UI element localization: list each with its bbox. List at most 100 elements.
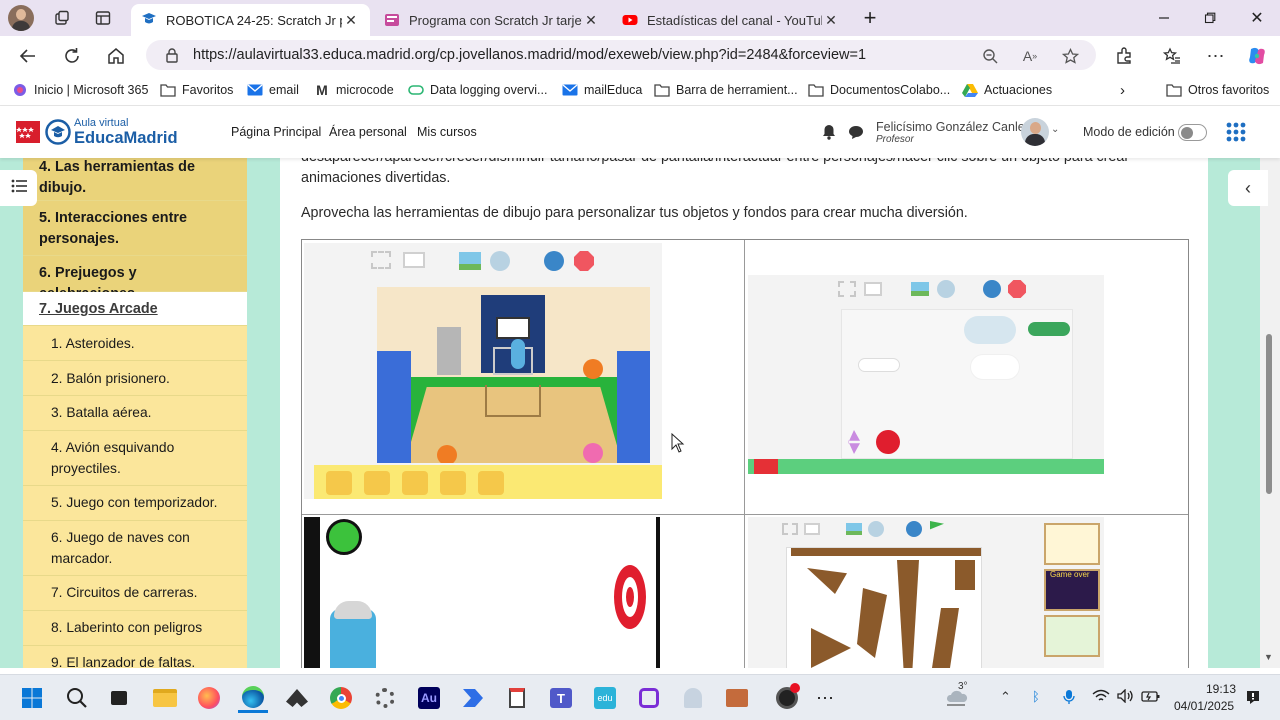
tab-actions-icon[interactable] bbox=[91, 6, 115, 30]
toc-item-lanzador-faltas[interactable]: 9. El lanzador de faltas. bbox=[23, 646, 247, 668]
bookmark-microsoft365[interactable]: Inicio | Microsoft 365 bbox=[12, 81, 148, 99]
bookmark-favoritos[interactable]: Favoritos bbox=[160, 81, 233, 99]
minimize-button[interactable] bbox=[1152, 6, 1176, 30]
microphone-icon[interactable] bbox=[1063, 689, 1075, 708]
bluetooth-icon[interactable]: ᛒ bbox=[1032, 689, 1040, 704]
clock-time[interactable]: 19:13 bbox=[1206, 682, 1236, 696]
wifi-icon[interactable] bbox=[1092, 689, 1110, 706]
microcode-icon: M bbox=[316, 82, 328, 98]
home-icon[interactable] bbox=[102, 42, 130, 70]
background-picker-icon bbox=[459, 252, 481, 270]
settings-more-icon[interactable]: ⋯ bbox=[1202, 42, 1230, 70]
toc-item-circuitos[interactable]: 7. Circuitos de carreras. bbox=[23, 576, 247, 611]
nav-pagina-principal[interactable]: Página Principal bbox=[231, 125, 321, 139]
battery-icon[interactable] bbox=[1141, 689, 1161, 706]
lock-icon[interactable] bbox=[164, 47, 180, 63]
settings-icon[interactable] bbox=[370, 683, 400, 713]
page-scrollbar[interactable]: ▼ bbox=[1260, 158, 1280, 668]
copilot-icon[interactable] bbox=[1243, 42, 1271, 70]
toc-item-herramientas-dibujo[interactable]: 4. Las herramientas de dibujo. bbox=[23, 158, 247, 201]
educamadrid-logo[interactable]: Aula virtual EducaMadrid bbox=[16, 117, 186, 148]
close-tab-icon[interactable]: ✕ bbox=[582, 12, 600, 29]
bookmark-actuaciones[interactable]: Actuaciones bbox=[962, 81, 1052, 99]
favorites-icon[interactable] bbox=[1158, 42, 1186, 70]
notepad-icon[interactable] bbox=[502, 683, 532, 713]
educamadrid-app-icon[interactable]: edu bbox=[590, 683, 620, 713]
app-grid-icon[interactable] bbox=[1226, 122, 1246, 142]
bookmark-documentos[interactable]: DocumentosColabo... bbox=[808, 81, 950, 99]
task-view-icon[interactable] bbox=[104, 683, 134, 713]
new-tab-button[interactable]: + bbox=[858, 5, 882, 30]
zoom-icon[interactable] bbox=[980, 46, 1000, 66]
edit-mode-toggle[interactable] bbox=[1178, 124, 1207, 141]
undo-icon bbox=[544, 251, 564, 271]
read-aloud-icon[interactable]: A» bbox=[1020, 46, 1040, 66]
toc-item-avion-esquivando[interactable]: 4. Avión esquivando proyectiles. bbox=[23, 431, 247, 486]
refresh-icon[interactable] bbox=[58, 42, 86, 70]
restore-button[interactable] bbox=[1198, 6, 1222, 30]
bookmark-otros-favoritos[interactable]: Otros favoritos bbox=[1166, 81, 1269, 99]
bookmarks-overflow-chevron-icon[interactable]: › bbox=[1120, 81, 1125, 99]
toc-item-naves-marcador[interactable]: 6. Juego de naves con marcador. bbox=[23, 521, 247, 576]
folder-icon bbox=[160, 82, 176, 98]
toc-item-temporizador[interactable]: 5. Juego con temporizador. bbox=[23, 486, 247, 521]
toc-item-prejuegos[interactable]: 6. Prejuegos y celebraciones bbox=[23, 256, 247, 302]
toc-item-asteroides[interactable]: 1. Asteroides. bbox=[23, 326, 247, 361]
clipchamp-icon[interactable] bbox=[634, 683, 664, 713]
avatar[interactable] bbox=[1021, 118, 1049, 146]
chrome-icon[interactable] bbox=[326, 683, 356, 713]
bookmark-microcode[interactable]: M microcode bbox=[314, 81, 394, 99]
basketball-court-stage bbox=[377, 287, 650, 463]
extensions-icon[interactable] bbox=[1110, 42, 1138, 70]
clock-date[interactable]: 04/01/2025 bbox=[1174, 699, 1234, 713]
tab-scratch-cards[interactable]: Programa con Scratch Jr tarjetas c ✕ bbox=[374, 4, 610, 36]
messages-icon[interactable] bbox=[848, 124, 864, 140]
profile-avatar[interactable] bbox=[8, 5, 34, 31]
edge-icon[interactable] bbox=[238, 683, 268, 713]
bookmark-maileduca[interactable]: mailEduca bbox=[562, 81, 642, 99]
teams-icon[interactable]: T bbox=[546, 683, 576, 713]
course-index-toggle-button[interactable] bbox=[0, 170, 37, 206]
drive-icon bbox=[962, 82, 978, 98]
bookmark-data-logging[interactable]: Data logging overvi... bbox=[408, 81, 547, 99]
bookmark-label: Otros favoritos bbox=[1188, 83, 1270, 97]
toc-item-laberinto[interactable]: 8. Laberinto con peligros bbox=[23, 611, 247, 646]
back-icon[interactable] bbox=[14, 42, 42, 70]
notifications-bell-icon[interactable] bbox=[822, 124, 836, 140]
close-tab-icon[interactable]: ✕ bbox=[342, 12, 360, 29]
windows-start-icon[interactable] bbox=[17, 683, 47, 713]
file-explorer-icon[interactable] bbox=[150, 683, 180, 713]
workspaces-icon[interactable] bbox=[50, 6, 74, 30]
tab-robotica[interactable]: ROBOTICA 24-25: Scratch Jr para ✕ bbox=[131, 4, 370, 36]
ghost-app-icon[interactable] bbox=[678, 683, 708, 713]
volume-icon[interactable] bbox=[1117, 688, 1135, 706]
block-drawer-chevron-left-icon[interactable]: ‹ bbox=[1228, 170, 1268, 206]
bookmark-email[interactable]: email bbox=[247, 81, 299, 99]
favorite-star-icon[interactable] bbox=[1060, 46, 1080, 66]
user-name[interactable]: Felicísimo González Canle bbox=[876, 120, 1025, 134]
power-automate-icon[interactable] bbox=[458, 683, 488, 713]
tab-youtube-stats[interactable]: Estadísticas del canal - YouTube S ✕ bbox=[612, 4, 850, 36]
audition-icon[interactable]: Au bbox=[414, 683, 444, 713]
show-hidden-icons-chevron-up-icon[interactable]: ⌃ bbox=[1000, 689, 1011, 705]
firefox-icon[interactable] bbox=[194, 683, 224, 713]
toc-item-batalla-aerea[interactable]: 3. Batalla aérea. bbox=[23, 396, 247, 431]
toc-item-interacciones[interactable]: 5. Interacciones entre personajes. bbox=[23, 201, 247, 256]
toc-item-balon-prisionero[interactable]: 2. Balón prisionero. bbox=[23, 361, 247, 396]
url-text[interactable]: https://aulavirtual33.educa.madrid.org/c… bbox=[193, 47, 866, 63]
course-index: 4. Las herramientas de dibujo. 5. Intera… bbox=[23, 158, 247, 668]
bookmark-barra-herramientas[interactable]: Barra de herramient... bbox=[654, 81, 798, 99]
nav-area-personal[interactable]: Área personal bbox=[329, 125, 407, 139]
folder-icon bbox=[654, 82, 670, 98]
toc-item-juegos-arcade[interactable]: 7. Juegos Arcade bbox=[23, 292, 247, 326]
address-bar[interactable]: https://aulavirtual33.educa.madrid.org/c… bbox=[146, 40, 1096, 70]
inkscape-icon[interactable] bbox=[282, 683, 312, 713]
user-menu-chevron-down-icon[interactable]: ⌄ bbox=[1051, 124, 1059, 135]
notification-center-icon[interactable] bbox=[1245, 689, 1261, 705]
rufus-icon[interactable] bbox=[722, 683, 752, 713]
search-icon[interactable] bbox=[62, 683, 92, 713]
close-tab-icon[interactable]: ✕ bbox=[822, 12, 840, 29]
close-window-button[interactable]: ✕ bbox=[1245, 6, 1269, 30]
nav-mis-cursos[interactable]: Mis cursos bbox=[417, 125, 477, 139]
more-apps-icon[interactable]: ⋯ bbox=[810, 683, 840, 713]
